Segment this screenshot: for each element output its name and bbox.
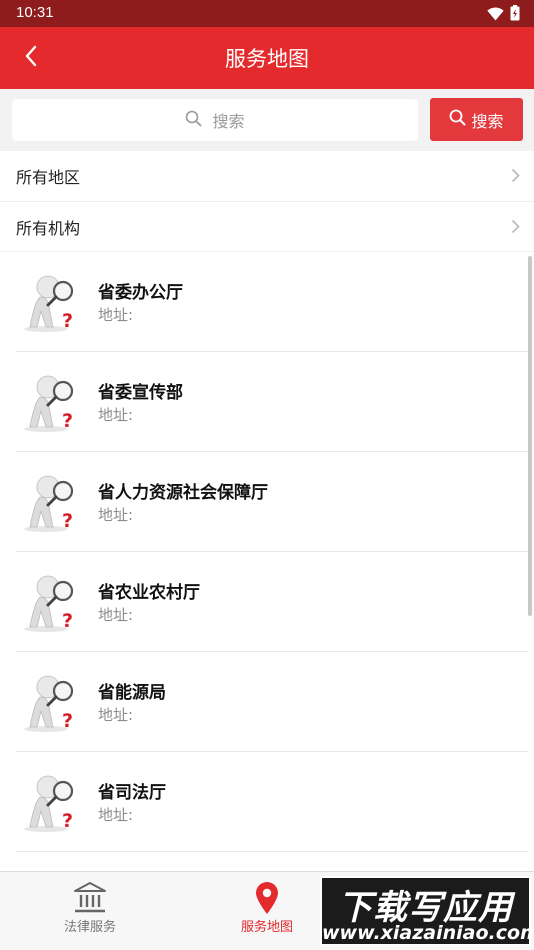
svg-text:?: ? (62, 610, 73, 632)
filter-institution[interactable]: 所有机构 (0, 201, 534, 251)
watermark-line2: www.xiazainiao.com (322, 922, 534, 944)
organization-address: 地址: (98, 406, 134, 424)
scrollbar[interactable] (528, 256, 532, 616)
organization-address: 地址: (98, 806, 134, 824)
page-title: 服务地图 (225, 47, 309, 71)
courthouse-icon (30, 880, 150, 916)
search-input[interactable]: 搜索 (12, 99, 418, 141)
watermark-logo: 下载写应用 www.xiazainiao.com (320, 876, 534, 946)
nav-label: 法律服务 (63, 920, 116, 935)
list-item[interactable]: ? 省能源局 地址: (16, 652, 528, 752)
filter-region[interactable]: 所有地区 (0, 151, 534, 201)
list-item[interactable]: ? 省司法厅 地址: (16, 752, 528, 852)
search-icon (185, 110, 202, 131)
svg-text:?: ? (62, 710, 73, 732)
svg-text:?: ? (62, 310, 73, 332)
search-figure-icon: ? (18, 367, 80, 435)
organization-address: 地址: (98, 306, 134, 324)
organization-name: 省人力资源社会保障厅 (98, 483, 268, 503)
organization-address: 地址: (98, 506, 134, 524)
organization-name: 省委宣传部 (98, 383, 183, 403)
organization-name: 省农业农村厅 (98, 583, 200, 603)
search-figure-icon: ? (18, 267, 80, 335)
organization-list: ? 省委办公厅 地址: ? 省委宣传部 地址: ? 省人力资源社会保障厅 地址:… (0, 252, 534, 871)
svg-text:?: ? (62, 810, 73, 832)
title-bar: 服务地图 (0, 27, 534, 89)
nav-label: 服务地图 (240, 920, 293, 935)
map-pin-icon (207, 880, 327, 916)
organization-name: 省委办公厅 (98, 283, 183, 303)
status-bar: 10:31 (0, 0, 534, 27)
wifi-icon (487, 6, 504, 25)
list-item[interactable]: ? 省委办公厅 地址: (16, 252, 528, 352)
list-item[interactable]: ? 省委宣传部 地址: (16, 352, 528, 452)
nav-service-map[interactable]: 服务地图 (207, 880, 327, 935)
svg-text:?: ? (62, 510, 73, 532)
search-figure-icon: ? (18, 567, 80, 635)
organization-name: 省司法厅 (98, 783, 166, 803)
status-time: 10:31 (16, 4, 54, 21)
search-placeholder: 搜索 (212, 112, 245, 131)
organization-address: 地址: (98, 706, 134, 724)
chevron-right-icon (511, 219, 520, 238)
svg-text:?: ? (62, 410, 73, 432)
list-item[interactable]: ? 省农业农村厅 地址: (16, 552, 528, 652)
search-button-label: 搜索 (471, 111, 504, 131)
filter-list: 所有地区 所有机构 (0, 151, 534, 251)
search-figure-icon: ? (18, 767, 80, 835)
organization-name: 省能源局 (98, 683, 166, 703)
filter-label: 所有地区 (16, 168, 81, 187)
chevron-right-icon (511, 168, 520, 187)
search-button[interactable]: 搜索 (430, 98, 523, 141)
battery-icon (510, 5, 520, 25)
filter-label: 所有机构 (16, 218, 81, 238)
search-figure-icon: ? (18, 467, 80, 535)
search-area: 搜索 搜索 (0, 89, 534, 151)
organization-address: 地址: (98, 606, 134, 624)
list-item[interactable]: ? 省人力资源社会保障厅 地址: (16, 452, 528, 552)
search-figure-icon: ? (18, 667, 80, 735)
search-icon (449, 109, 466, 130)
nav-law-service[interactable]: 法律服务 (30, 880, 150, 935)
status-icons (487, 5, 520, 25)
